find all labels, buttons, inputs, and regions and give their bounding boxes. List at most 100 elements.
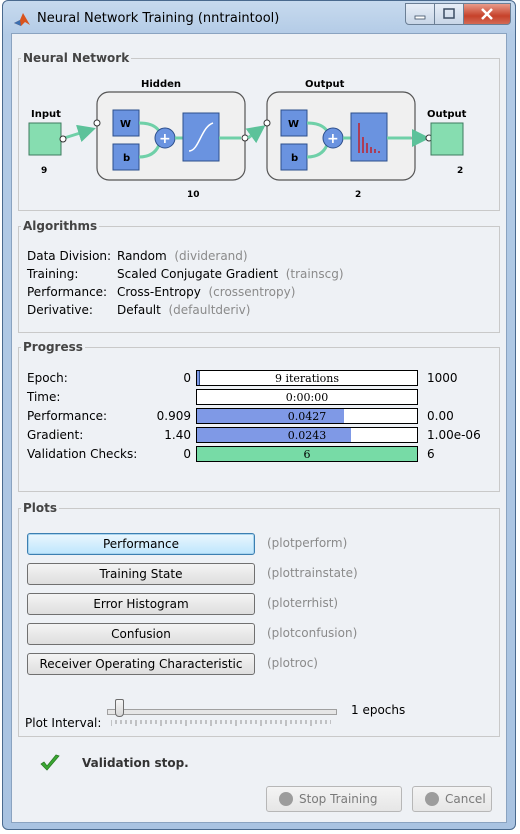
progress-bar: 9 iterations	[196, 370, 418, 386]
cancel-icon	[425, 792, 439, 806]
algo-value-wrap: Scaled Conjugate Gradient (trainscg)	[117, 267, 344, 281]
output-layer-label: Output	[305, 79, 345, 90]
minimize-button[interactable]	[405, 3, 435, 25]
plot-func-label: (plotroc)	[267, 656, 318, 670]
algo-value-wrap: Random (dividerand)	[117, 249, 248, 263]
cancel-button[interactable]: Cancel	[412, 786, 492, 812]
minimize-icon	[414, 15, 426, 20]
progress-label: Epoch:	[27, 371, 68, 385]
stop-training-label: Stop Training	[299, 792, 378, 806]
algorithms-group: Algorithms Data Division: Random (divide…	[18, 219, 500, 333]
confusion-plot-button[interactable]: Confusion	[27, 623, 255, 645]
algo-func: (defaultderiv)	[168, 303, 251, 317]
progress-start: 0.909	[156, 409, 191, 423]
progress-end: 0.00	[427, 409, 454, 423]
output-label: Output	[427, 109, 467, 120]
plot-interval-slider[interactable]	[107, 709, 337, 715]
slider-ticks	[111, 720, 331, 726]
progress-current: 0:00:00	[285, 391, 329, 404]
hidden-bias-label: b	[123, 153, 130, 164]
progress-label: Time:	[27, 390, 61, 404]
progress-group: Progress Epoch: 0 9 iterations 1000 Time…	[18, 340, 500, 492]
status-message: Validation stop.	[82, 756, 189, 770]
neural-network-group: Neural Network Input Hidden Output Outpu…	[18, 51, 500, 211]
hidden-sum-symbol: +	[159, 131, 171, 147]
progress-bar: 0.0243	[196, 427, 418, 443]
progress-end: 1000	[427, 371, 458, 385]
progress-end: 6	[427, 447, 435, 461]
progress-current: 9 iterations	[274, 372, 340, 385]
algo-key: Training:	[27, 267, 79, 281]
input-label: Input	[31, 109, 61, 120]
performance-plot-button[interactable]: Performance	[27, 533, 255, 555]
input-box	[28, 122, 62, 156]
hidden-input-node	[93, 119, 101, 127]
plot-interval-value: 1 epochs	[351, 703, 406, 717]
algo-func: (crossentropy)	[208, 285, 296, 299]
plot-func-label: (plottrainstate)	[267, 566, 358, 580]
window-title: Neural Network Training (nntraintool)	[37, 11, 280, 26]
hidden-weight-label: W	[120, 119, 131, 130]
error-histogram-plot-button[interactable]: Error Histogram	[27, 593, 255, 615]
checkmark-icon	[40, 754, 60, 771]
output-transfer-box	[350, 112, 388, 162]
matlab-logo-icon	[14, 13, 30, 26]
progress-row-validation: Validation Checks: 0 6 6	[27, 446, 497, 464]
algo-key: Performance:	[27, 285, 108, 299]
algo-key: Derivative:	[27, 303, 93, 317]
output-bias-label: b	[291, 153, 298, 164]
algo-value: Scaled Conjugate Gradient	[117, 267, 279, 281]
layer-connector	[245, 125, 266, 144]
progress-bar: 6	[196, 446, 418, 462]
progress-row-gradient: Gradient: 1.40 0.0243 1.00e-06	[27, 427, 497, 445]
hidden-label: Hidden	[141, 79, 181, 90]
plot-func-label: (ploterrhist)	[267, 596, 339, 610]
progress-bar: 0:00:00	[196, 389, 418, 405]
algo-value: Random	[117, 249, 167, 263]
progress-row-time: Time: 0:00:00	[27, 389, 497, 407]
algo-key: Data Division:	[27, 249, 112, 263]
algo-value-wrap: Cross-Entropy (crossentropy)	[117, 285, 295, 299]
progress-current: 0.0243	[287, 429, 327, 442]
progress-row-performance: Performance: 0.909 0.0427 0.00	[27, 408, 497, 426]
progress-label: Gradient:	[27, 428, 84, 442]
progress-current: 0.0427	[287, 410, 327, 423]
maximize-icon	[443, 8, 455, 19]
roc-plot-button[interactable]: Receiver Operating Characteristic	[27, 653, 255, 675]
network-diagram: Input Hidden Output Output 9 W b + 10 W …	[28, 79, 467, 200]
progress-group-label: Progress	[23, 340, 83, 354]
algorithms-group-label: Algorithms	[23, 219, 98, 233]
close-button[interactable]	[463, 3, 511, 25]
progress-label: Performance:	[27, 409, 108, 423]
output-box	[430, 122, 464, 156]
algo-func: (trainscg)	[285, 267, 344, 281]
title-bar[interactable]: Neural Network Training (nntraintool)	[3, 1, 515, 35]
progress-end: 1.00e-06	[427, 428, 481, 442]
output-input-node	[263, 119, 271, 127]
algo-value-wrap: Default (defaultderiv)	[117, 303, 250, 317]
progress-row-epoch: Epoch: 0 9 iterations 1000	[27, 370, 497, 388]
output-layer-out-node	[411, 134, 419, 142]
plot-interval-label: Plot Interval:	[25, 716, 102, 730]
output-layer-size: 2	[355, 190, 361, 200]
hidden-output-node	[241, 134, 249, 142]
algo-value: Cross-Entropy	[117, 285, 201, 299]
main-window: Neural Network Training (nntraintool) Ne…	[2, 0, 516, 830]
plot-func-label: (plotperform)	[267, 536, 348, 550]
neural-network-group-label: Neural Network	[23, 51, 130, 65]
plots-group-label: Plots	[23, 501, 58, 515]
input-node-circle	[59, 135, 67, 143]
plot-func-label: (plotconfusion)	[267, 626, 358, 640]
plot-interval-slider-thumb[interactable]	[115, 699, 124, 717]
stop-training-button[interactable]: Stop Training	[266, 786, 402, 812]
output-weight-label: W	[288, 119, 299, 130]
progress-start: 1.40	[164, 428, 191, 442]
progress-start: 0	[183, 371, 191, 385]
training-state-plot-button[interactable]: Training State	[27, 563, 255, 585]
close-icon	[481, 8, 493, 20]
hidden-size: 10	[187, 190, 200, 200]
progress-label: Validation Checks:	[27, 447, 138, 461]
output-size: 2	[457, 166, 463, 176]
maximize-button[interactable]	[434, 3, 464, 25]
algo-func: (dividerand)	[174, 249, 248, 263]
